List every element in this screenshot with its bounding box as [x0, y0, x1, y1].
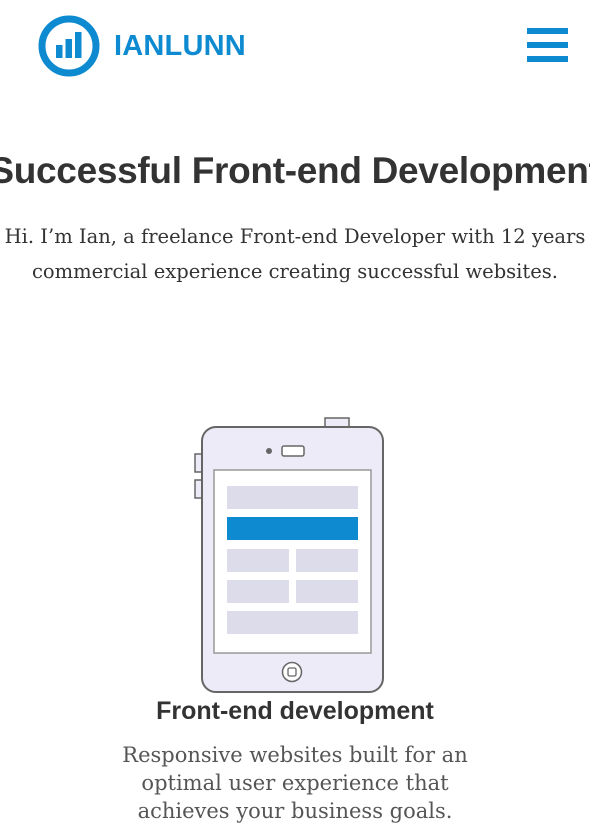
logo-text: IANLUNN	[114, 29, 246, 62]
bar-chart-circle-icon	[38, 15, 100, 77]
logo-link[interactable]: IANLUNN	[38, 15, 246, 77]
site-header: IANLUNN	[0, 0, 590, 95]
hero-title: Successful Front-end Development	[0, 150, 590, 191]
hero-intro-line-2: commercial experience creating successfu…	[31, 260, 559, 283]
tablet-device-icon	[194, 417, 384, 693]
hero-intro: Hi. I’m Ian, a freelance Front-end Devel…	[0, 219, 590, 289]
service-description-line-1: Responsive websites built for an	[122, 743, 468, 767]
hero-intro-line-1: Hi. I’m Ian, a freelance Front-end Devel…	[4, 225, 586, 248]
hamburger-menu-button[interactable]	[527, 27, 569, 63]
hamburger-menu-icon-bar	[527, 42, 568, 48]
hamburger-menu-icon-bar	[527, 56, 568, 62]
service-title: Front-end development	[156, 697, 434, 725]
hamburger-menu-icon	[527, 28, 568, 34]
service-description: Responsive websites built for an optimal…	[95, 741, 495, 825]
service-description-line-2: optimal user experience that	[141, 771, 449, 795]
